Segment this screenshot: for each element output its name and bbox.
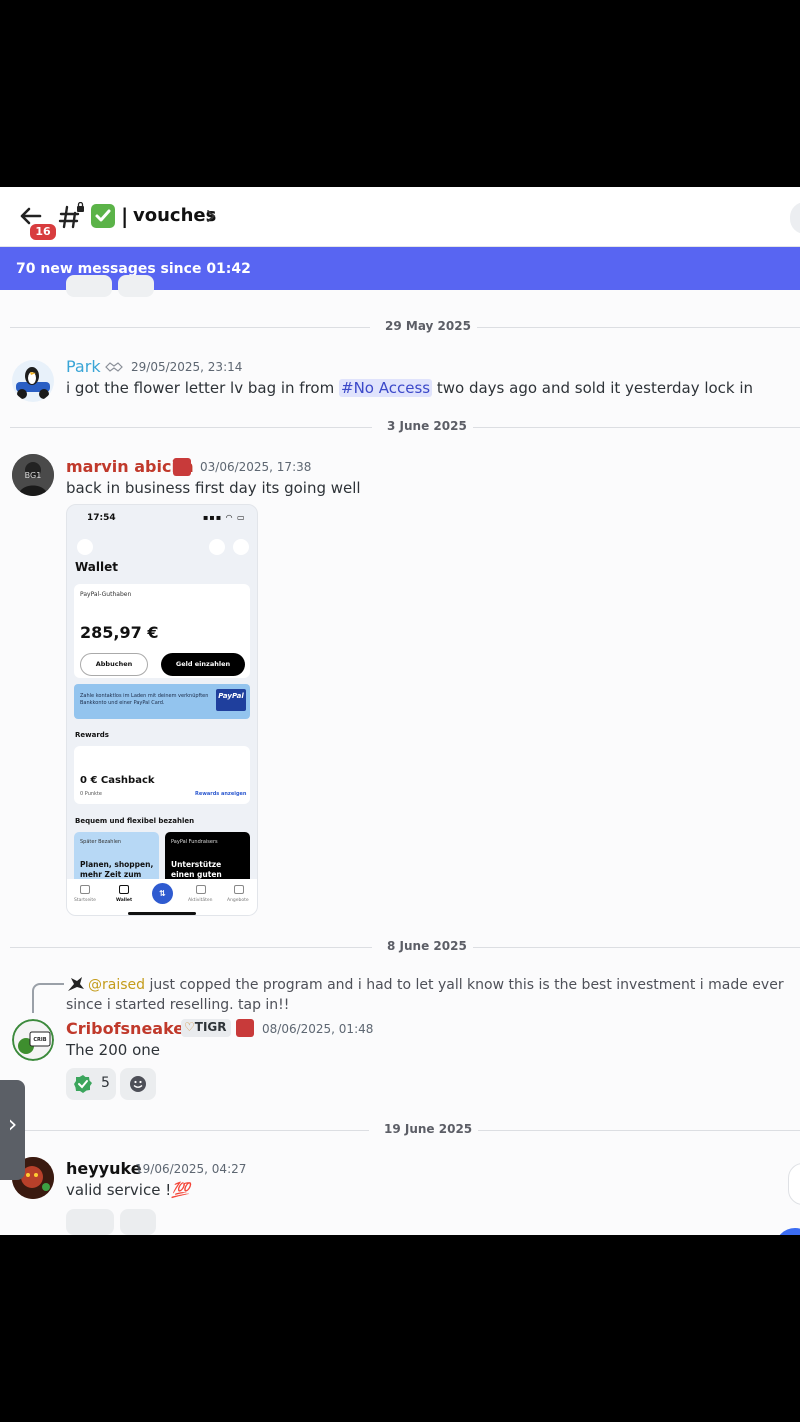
chat-screen: 16 | vouches 70 new messages since 01:42… [0,187,800,1235]
timestamp: 19/06/2025, 04:27 [135,1162,247,1176]
reaction-partial[interactable] [66,1209,114,1235]
server-tag-label: TIGR [194,1020,227,1034]
section-title: Bequem und flexibel bezahlen [75,817,195,825]
add-emoji-icon [130,1076,146,1092]
message-text-part: two days ago and sold it yesterday lock … [432,379,754,397]
phone-status-icons: ▪▪▪ ◠ ▭ [203,513,246,522]
tab-label: Wallet [116,898,133,903]
reaction-check[interactable]: 5 [66,1068,116,1100]
reply-mention[interactable]: @raised [88,977,145,993]
tab-label: Startseite [74,898,96,903]
timestamp: 08/06/2025, 01:48 [262,1022,374,1036]
username[interactable]: heyyuke [66,1159,142,1178]
rewards-title: Rewards [75,731,109,739]
reply-preview[interactable]: @raised just copped the program and i ha… [66,975,791,1015]
tab-label: Angebote [227,898,249,903]
hundred-points-emoji: 💯 [171,1181,190,1199]
chevron-right-icon[interactable] [205,209,217,223]
wallet-icon [119,885,129,894]
deposit-button: Geld einzahlen [161,653,245,676]
reaction-count: 5 [101,1075,110,1091]
balance-value: 285,97 € [80,623,159,642]
date-divider: 3 June 2025 [10,418,800,436]
paypal-card-logo: PayPal [216,689,246,711]
username[interactable]: Park [66,357,101,376]
pay-later-label: Später Bezahlen [80,839,122,845]
date-divider-label: 29 May 2025 [379,319,477,333]
pay-later-text: Planen, shoppen, mehr Zeit zum [80,860,154,879]
hashtag-lock-icon [58,202,84,229]
message-text-part: valid service ! [66,1181,172,1199]
svg-text:BG1: BG1 [25,471,42,480]
phone-time: 17:54 [87,513,116,523]
tab-label: Aktivitäten [188,898,213,903]
transfer-icon: ⇅ [152,883,173,904]
message-text: The 200 one [66,1041,160,1059]
edge-button[interactable] [788,1163,800,1205]
timestamp: 29/05/2025, 23:14 [131,360,243,374]
offers-icon [234,885,244,894]
home-icon [80,885,90,894]
role-badge-icon [173,458,191,476]
checkmark-emoji-icon [91,204,115,228]
wallet-title: Wallet [75,560,119,574]
unread-badge: 16 [28,222,58,242]
fundraisers-label: PayPal Fundraisers [171,839,218,845]
image-attachment[interactable]: 17:54 ▪▪▪ ◠ ▭ Wallet PayPal-Guthaben 285… [66,504,258,916]
header-action-button[interactable] [790,202,800,234]
jump-button[interactable] [775,1228,800,1235]
reply-connector [32,983,64,1013]
handshake-icon [105,362,123,372]
hashtag-icon: # [340,379,354,397]
verified-check-icon [74,1075,92,1093]
cashback-value: 0 € Cashback [80,775,155,786]
server-tag[interactable]: ♡TIGR [181,1019,231,1037]
chevron-right-icon: › [7,1110,18,1138]
channel-header: 16 | vouches [0,187,800,247]
channel-mention[interactable]: #No Access [338,379,433,397]
add-reaction-partial[interactable] [120,1209,156,1235]
message-text-part: i got the flower letter lv bag in from [66,379,339,397]
add-reaction-button[interactable] [120,1068,156,1100]
reply-preview-text: just copped the program and i had to let… [66,977,784,1013]
channel-separator: | [121,204,129,228]
points-value: 0 Punkte [80,791,102,797]
withdraw-button: Abbuchen [80,653,148,676]
message-text: back in business first day its going wel… [66,479,361,497]
previous-reaction[interactable] [66,275,112,297]
date-divider-label: 8 June 2025 [381,939,473,953]
qr-code-icon [209,539,225,555]
channel-name[interactable]: vouches [133,205,216,226]
promo-text: Zahle kontaktlos im Laden mit deinem ver… [80,693,209,706]
date-divider: 8 June 2025 [10,938,800,956]
date-divider: 19 June 2025 [10,1121,800,1139]
channel-mention-label: No Access [353,379,431,397]
rewards-link: Rewards anzeigen [195,791,247,797]
previous-reactions [66,275,166,297]
avatar[interactable]: CRIB [12,1019,54,1061]
home-indicator [128,912,196,915]
avatar[interactable]: BG1 [12,454,54,496]
activity-icon [196,885,206,894]
profile-icon [233,539,249,555]
avatar[interactable] [12,360,54,402]
previous-add-reaction[interactable] [118,275,154,297]
date-divider-label: 19 June 2025 [378,1122,479,1136]
message-text: i got the flower letter lv bag in from #… [66,379,753,397]
date-divider-label: 3 June 2025 [381,419,473,433]
svg-text:CRIB: CRIB [33,1037,46,1043]
tiger-icon: ♡ [184,1020,195,1034]
timestamp: 03/06/2025, 17:38 [200,460,312,474]
menu-icon [77,539,93,555]
balance-label: PayPal-Guthaben [80,591,132,598]
date-divider: 29 May 2025 [10,318,800,336]
role-badge-icon [236,1019,254,1037]
expand-sidebar-tab[interactable]: › [0,1080,25,1180]
message-text: valid service !💯 [66,1181,190,1199]
